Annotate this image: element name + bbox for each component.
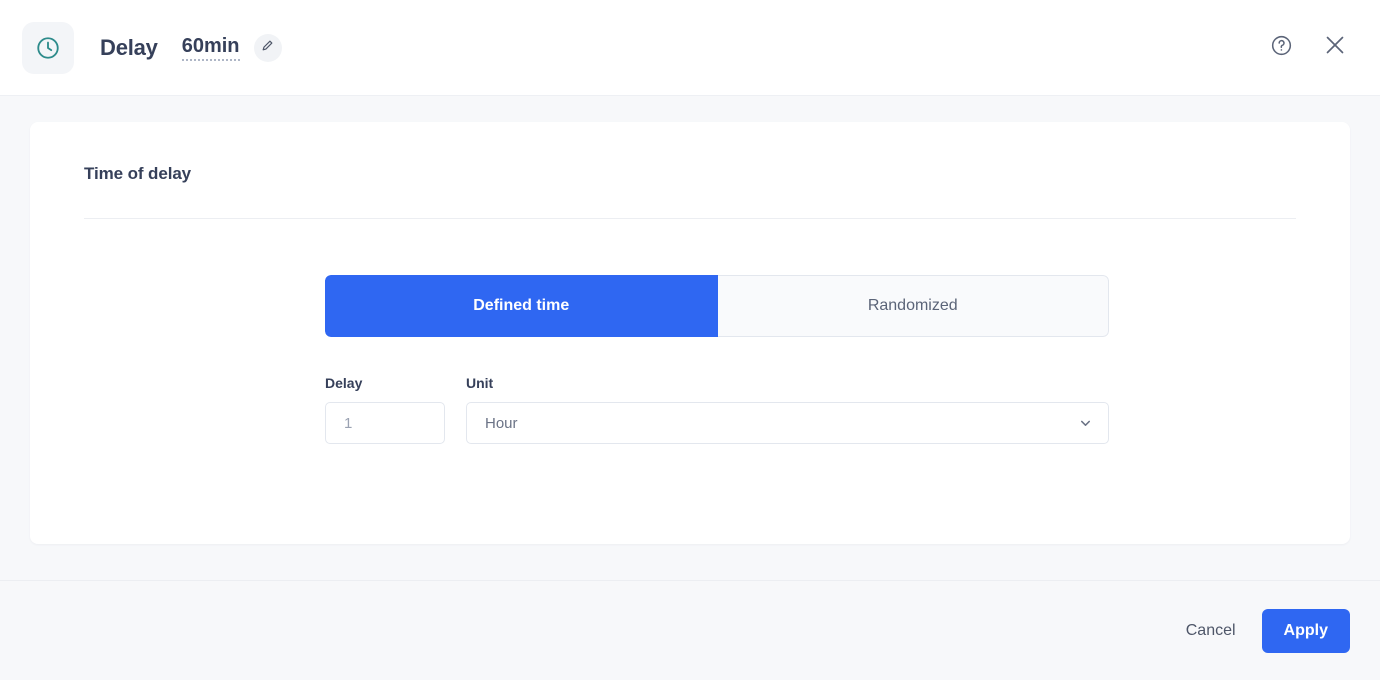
tab-randomized[interactable]: Randomized xyxy=(716,275,1109,337)
pencil-icon xyxy=(261,39,274,57)
tab-defined-time[interactable]: Defined time xyxy=(325,275,718,337)
node-icon-container xyxy=(22,21,74,74)
help-button[interactable] xyxy=(1268,35,1294,61)
settings-card: Time of delay Defined time Randomized De… xyxy=(30,122,1350,544)
delay-field-label: Delay xyxy=(325,375,363,391)
unit-select-wrapper: Hour xyxy=(466,402,1109,444)
close-icon xyxy=(1323,33,1347,62)
clock-icon xyxy=(35,35,61,61)
modal-body: Time of delay Defined time Randomized De… xyxy=(0,96,1380,580)
cancel-button[interactable]: Cancel xyxy=(1168,610,1254,652)
unit-field-label: Unit xyxy=(466,375,494,391)
delay-mode-tabs: Defined time Randomized xyxy=(325,275,1109,337)
delay-value-display[interactable]: 60min xyxy=(181,35,240,61)
apply-button[interactable]: Apply xyxy=(1261,608,1350,653)
delay-fields-row: Delay Unit Hour xyxy=(325,375,1318,444)
unit-field-group: Unit Hour xyxy=(466,375,1109,444)
edit-delay-button[interactable] xyxy=(253,33,282,62)
unit-select[interactable]: Hour xyxy=(466,402,1109,444)
help-circle-icon xyxy=(1270,34,1293,62)
modal-header: Delay 60min xyxy=(0,0,1380,96)
section-title: Time of delay xyxy=(84,164,192,183)
modal-footer: Cancel Apply xyxy=(0,580,1380,680)
delay-field-group: Delay xyxy=(325,375,445,444)
section-divider xyxy=(84,218,1296,219)
header-right-group xyxy=(1268,35,1348,61)
delay-settings-modal: Delay 60min Time of delay Defined time R… xyxy=(0,0,1380,680)
delay-input[interactable] xyxy=(325,402,445,444)
header-left-group: Delay 60min xyxy=(22,21,1268,74)
page-title: Delay xyxy=(100,34,158,60)
close-button[interactable] xyxy=(1322,35,1348,61)
